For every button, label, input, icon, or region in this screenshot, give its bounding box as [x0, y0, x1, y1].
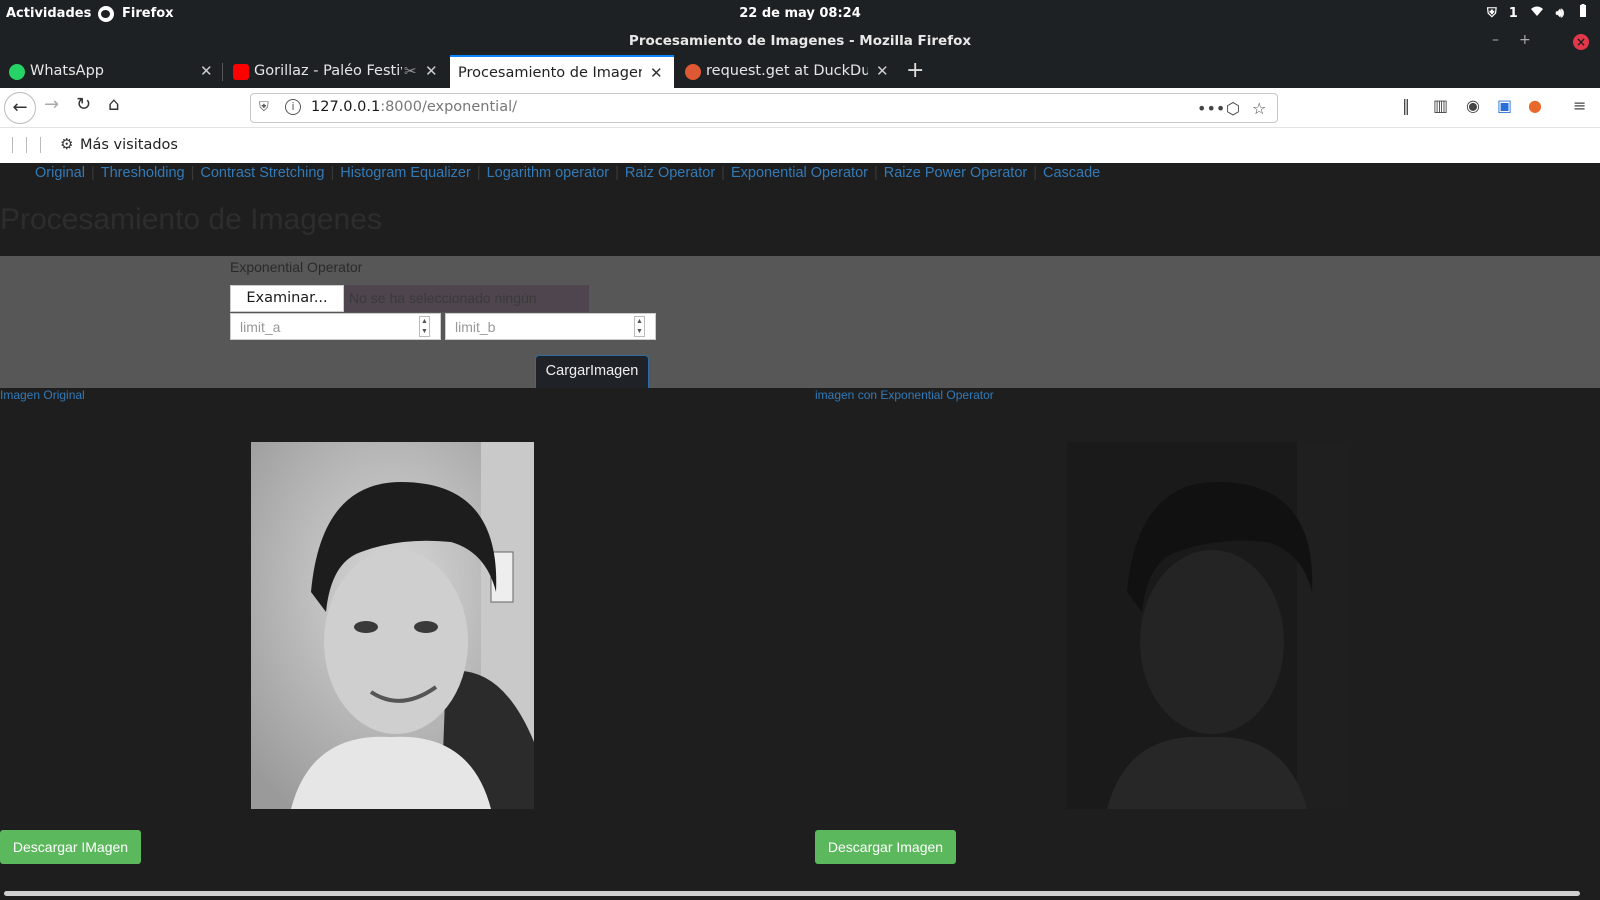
window-close-icon[interactable]: ×	[1573, 34, 1589, 50]
new-tab-icon[interactable]: +	[906, 58, 924, 83]
page-actions-icon[interactable]: •••	[1197, 99, 1225, 118]
page-title: Procesamiento de Imagenes	[0, 203, 382, 236]
tab-gorillaz[interactable]: Gorillaz - Paléo Festiv ✂ ✕	[224, 55, 448, 88]
file-status-text: No se ha seleccionado ningún archivo.	[344, 285, 589, 333]
wifi-icon[interactable]	[1530, 4, 1544, 22]
menu-cascade[interactable]: Cascade	[1043, 165, 1100, 181]
maximize-icon[interactable]: +	[1519, 32, 1531, 48]
limit-a-placeholder: limit_a	[240, 319, 281, 335]
whatsapp-icon	[9, 64, 25, 80]
home-icon[interactable]: ⌂	[108, 94, 119, 115]
menu-raiz-operator[interactable]: Raiz Operator	[625, 165, 715, 181]
bookmark-separator	[40, 137, 41, 153]
sidebar-icon[interactable]: ▥	[1433, 96, 1448, 115]
window-title: Procesamiento de Imagenes - Mozilla Fire…	[628, 33, 972, 49]
page-content: Original | Thresholding | Contrast Stretchin…	[0, 163, 1600, 900]
library-icon[interactable]: ‖	[1402, 96, 1410, 115]
upload-image-button[interactable]: CargarImagen	[535, 355, 649, 388]
close-tab-icon[interactable]: ✕	[200, 62, 213, 80]
tab-label: Procesamiento de Imagen	[458, 65, 642, 81]
tab-procesamiento[interactable]: Procesamiento de Imagen ✕	[450, 55, 674, 88]
menu-exponential-operator[interactable]: Exponential Operator	[731, 165, 868, 181]
browse-file-button[interactable]: Examinar...	[230, 285, 344, 312]
mute-tab-icon[interactable]: ✂	[404, 62, 417, 80]
pocket-icon[interactable]: ⬡	[1226, 99, 1240, 118]
bookmark-separator	[12, 137, 13, 153]
processed-image	[1067, 442, 1350, 809]
bookmark-separator	[26, 137, 27, 153]
download-processed-button[interactable]: Descargar Imagen	[815, 830, 956, 864]
shield-tray-icon[interactable]: ⛨	[1487, 6, 1497, 21]
tracking-shield-icon[interactable]: ⛨	[259, 100, 269, 115]
menu-thresholding[interactable]: Thresholding	[101, 165, 185, 181]
operator-menu: Original | Thresholding | Contrast Stretchin…	[35, 165, 1101, 181]
account-icon[interactable]: ◉	[1466, 96, 1480, 115]
download-original-button[interactable]: Descargar IMagen	[0, 830, 141, 864]
tab-whatsapp[interactable]: WhatsApp ✕	[0, 55, 222, 88]
battery-icon[interactable]	[1576, 4, 1590, 22]
tab-label: request.get at DuckDuc	[706, 63, 868, 79]
tab-strip: WhatsApp ✕ Gorillaz - Paléo Festiv ✂ ✕ P…	[0, 55, 1600, 88]
tab-label: WhatsApp	[30, 63, 104, 79]
hamburger-menu-icon[interactable]: ≡	[1573, 96, 1586, 115]
operator-label: Exponential Operator	[230, 259, 363, 275]
system-top-bar: Actividades Firefox 22 de may 08:24 ⛨ 1 …	[0, 0, 1600, 28]
bookmarks-bar: ⚙ Más visitados	[0, 128, 1600, 163]
translate-icon[interactable]: ▣	[1497, 96, 1512, 115]
menu-logarithm-operator[interactable]: Logarithm operator	[487, 165, 610, 181]
close-tab-icon[interactable]: ✕	[650, 64, 663, 82]
close-tab-icon[interactable]: ✕	[876, 62, 889, 80]
duckduckgo-icon	[685, 64, 701, 80]
menu-raize-power-operator[interactable]: Raize Power Operator	[884, 165, 1027, 181]
menu-histogram-equalizer[interactable]: Histogram Equalizer	[340, 165, 471, 181]
bookmark-star-icon[interactable]: ☆	[1252, 99, 1266, 118]
limit-b-input[interactable]: limit_b ▲ ▼	[445, 313, 656, 340]
back-arrow-icon[interactable]: ←	[4, 92, 36, 124]
minimize-icon[interactable]: –	[1492, 32, 1499, 48]
clock[interactable]: 22 de may 08:24	[0, 6, 1600, 21]
window-titlebar: Procesamiento de Imagenes - Mozilla Fire…	[0, 28, 1600, 55]
limit-b-placeholder: limit_b	[455, 319, 496, 335]
limit-a-input[interactable]: limit_a ▲ ▼	[230, 313, 441, 340]
scrollbar-thumb[interactable]	[4, 891, 1580, 896]
number-spinner-icon[interactable]: ▲ ▼	[634, 316, 645, 337]
youtube-icon	[233, 64, 249, 80]
menu-contrast-stretching[interactable]: Contrast Stretching	[200, 165, 324, 181]
system-tray[interactable]: ⛨ 1 🔊︎	[1487, 4, 1590, 22]
original-image	[251, 442, 534, 809]
gear-icon: ⚙	[60, 135, 74, 153]
tab-duckduckgo[interactable]: request.get at DuckDuc ✕	[676, 55, 898, 88]
horizontal-scrollbar[interactable]	[0, 887, 1600, 900]
close-tab-icon[interactable]: ✕	[425, 62, 438, 80]
original-image-caption: Imagen Original	[0, 388, 85, 402]
volume-icon[interactable]: 🔊︎	[1556, 6, 1564, 21]
upload-form: Exponential Operator Examinar... No se h…	[0, 256, 1600, 388]
processed-image-caption: imagen con Exponential Operator	[815, 388, 994, 402]
url-bar[interactable]: ⛨ i 127.0.0.1:8000/exponential/ ••• ⬡ ☆	[250, 93, 1278, 123]
duckduckgo-extension-icon[interactable]: ●	[1528, 96, 1542, 115]
site-info-icon[interactable]: i	[285, 99, 301, 115]
nav-toolbar: ← → ↻ ⌂ ⛨ i 127.0.0.1:8000/exponential/ …	[0, 88, 1600, 128]
url-text[interactable]: 127.0.0.1:8000/exponential/	[311, 99, 517, 115]
number-spinner-icon[interactable]: ▲ ▼	[419, 316, 430, 337]
tray-count: 1	[1508, 5, 1518, 21]
forward-arrow-icon[interactable]: →	[44, 94, 59, 115]
tab-separator	[222, 63, 223, 81]
reload-icon[interactable]: ↻	[76, 94, 91, 115]
tab-label: Gorillaz - Paléo Festiv	[254, 63, 402, 79]
bookmark-most-visited[interactable]: Más visitados	[80, 137, 178, 153]
menu-original[interactable]: Original	[35, 165, 85, 181]
